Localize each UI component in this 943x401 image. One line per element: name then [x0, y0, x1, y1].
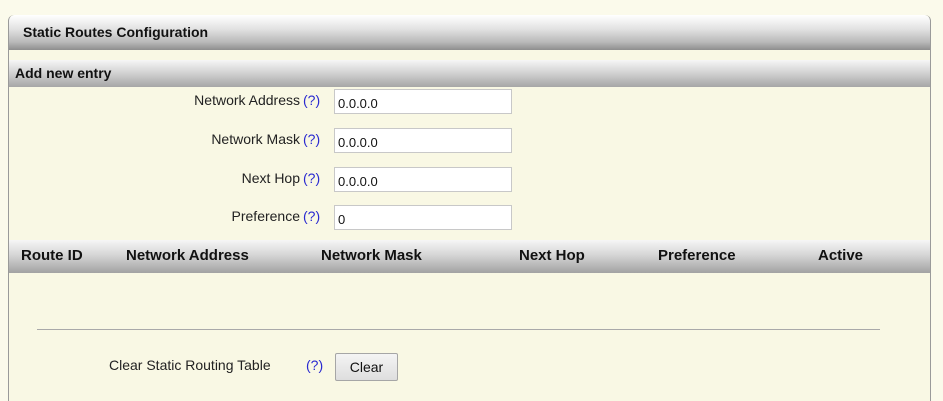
panel-title: Static Routes Configuration [9, 15, 930, 50]
next-hop-help-link[interactable]: (?) [303, 170, 320, 186]
section-title-add-entry: Add new entry [9, 60, 930, 87]
network-address-input[interactable] [334, 89, 512, 114]
next-hop-row: Next Hop (?) [9, 167, 930, 193]
next-hop-input[interactable] [334, 167, 512, 192]
preference-label: Preference [231, 208, 300, 224]
column-header-network-address: Network Address [126, 247, 249, 264]
clear-table-label: Clear Static Routing Table [109, 357, 271, 373]
column-header-active: Active [818, 247, 864, 264]
column-header-next-hop: Next Hop [519, 247, 585, 264]
network-address-row: Network Address (?) [9, 89, 930, 115]
clear-table-help-link[interactable]: (?) [306, 357, 323, 373]
preference-row: Preference (?) [9, 205, 930, 231]
preference-input[interactable] [334, 205, 512, 230]
preference-help-link[interactable]: (?) [303, 208, 320, 224]
section-divider [37, 329, 880, 330]
network-address-help-link[interactable]: (?) [303, 92, 320, 108]
clear-button[interactable]: Clear [335, 353, 398, 381]
network-mask-input[interactable] [334, 128, 512, 153]
column-header-preference: Preference [658, 247, 736, 264]
next-hop-label: Next Hop [241, 170, 300, 186]
network-mask-help-link[interactable]: (?) [303, 131, 320, 147]
network-mask-label: Network Mask [211, 131, 300, 147]
static-routes-panel: Static Routes Configuration Add new entr… [8, 15, 931, 401]
network-address-label: Network Address [194, 92, 300, 108]
network-mask-row: Network Mask (?) [9, 128, 930, 154]
routes-table-header: Route ID Network Address Network Mask Ne… [9, 240, 930, 273]
column-header-route-id: Route ID [21, 247, 83, 264]
column-header-network-mask: Network Mask [321, 247, 422, 264]
